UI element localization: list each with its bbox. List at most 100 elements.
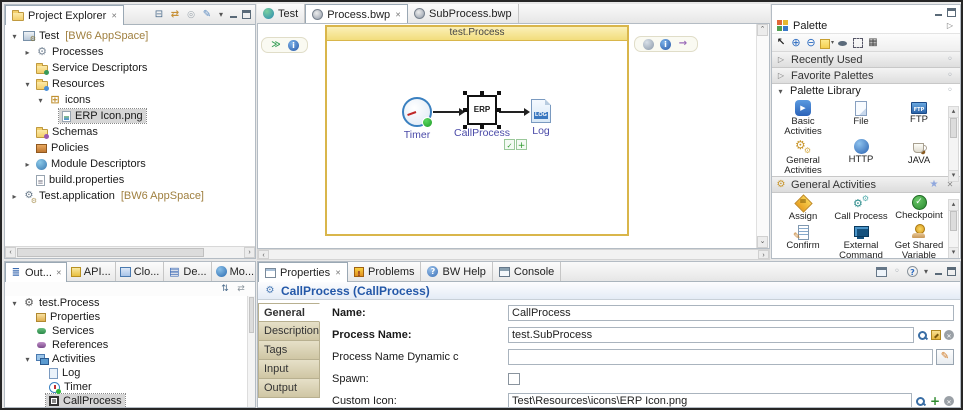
project-explorer-item-service-descriptors[interactable]: Service Descriptors: [5, 60, 255, 76]
scrollbar-track[interactable]: [269, 250, 758, 259]
spawn-checkbox[interactable]: [508, 373, 520, 385]
view-menu-icon[interactable]: [217, 9, 225, 21]
view-menu-icon[interactable]: [922, 266, 930, 278]
outline-tab-mo[interactable]: Mo...: [212, 262, 256, 281]
palette-section-recently-used[interactable]: Recently Used: [772, 52, 960, 68]
editor-tab-test[interactable]: Test: [257, 4, 305, 23]
general-activities-get-shared-variable[interactable]: Get Shared Variable: [890, 224, 948, 259]
canvas-vertical-scrollbar[interactable]: ⌃ ⌄: [756, 24, 769, 248]
outline-tab-clo[interactable]: Clo...: [116, 262, 165, 281]
project-explorer-item-schemas[interactable]: Schemas: [5, 124, 255, 140]
name-input[interactable]: [508, 305, 954, 321]
marquee-icon[interactable]: [852, 37, 864, 49]
project-explorer-item-icons[interactable]: ▾icons: [5, 92, 255, 108]
help-icon[interactable]: [907, 266, 918, 277]
outline-vertical-scrollbar[interactable]: [247, 296, 255, 407]
collapse-arrow-icon[interactable]: ▾: [22, 355, 33, 364]
project-explorer-item-test[interactable]: ▾Test[BW6 AppSpace]: [5, 28, 255, 44]
scrollbar-track[interactable]: [16, 247, 244, 258]
maximize-icon[interactable]: [947, 267, 956, 276]
scroll-up-icon[interactable]: ▴: [949, 200, 958, 211]
outline-item-timer[interactable]: Timer: [5, 380, 255, 394]
properties-tab-console[interactable]: Console: [493, 262, 561, 281]
project-explorer-item-resources[interactable]: ▾Resources: [5, 76, 255, 92]
new-view-icon[interactable]: [876, 267, 887, 277]
expand-arrow-icon[interactable]: ▸: [22, 160, 33, 169]
outline-item-references[interactable]: References: [5, 338, 255, 352]
general-activities-call-process[interactable]: Call Process: [832, 195, 890, 222]
project-explorer-tab[interactable]: Project Explorer ✕: [5, 5, 124, 25]
scroll-down-icon[interactable]: ▾: [949, 247, 958, 258]
properties-subtab-general[interactable]: General: [258, 303, 320, 322]
collapse-arrow-icon[interactable]: ▾: [9, 32, 20, 41]
general-activities-assign[interactable]: Assign: [774, 195, 832, 222]
info-icon[interactable]: [660, 39, 671, 50]
outline-item-callprocess[interactable]: CallProcess: [5, 394, 255, 408]
outline-item-activities[interactable]: ▾Activities: [5, 352, 255, 366]
properties-tab-bw-help[interactable]: BW Help: [421, 262, 492, 281]
edit-badge-icon[interactable]: [504, 139, 515, 150]
web-icon[interactable]: [643, 39, 654, 50]
process-name-dynamic-c-input[interactable]: [508, 349, 933, 365]
close-icon[interactable]: ✕: [335, 269, 341, 277]
outline-tab-de[interactable]: De...: [164, 262, 211, 281]
palette-library-header[interactable]: ▾ Palette Library: [772, 84, 960, 98]
maximize-icon[interactable]: [242, 10, 251, 19]
start-icon[interactable]: [270, 39, 282, 51]
scrollbar-thumb[interactable]: [17, 248, 204, 257]
scroll-left-icon[interactable]: ‹: [258, 250, 269, 259]
grid-icon[interactable]: [867, 37, 879, 49]
minimize-icon[interactable]: [229, 10, 238, 19]
process-name-input[interactable]: [508, 327, 914, 343]
collapse-arrow-icon[interactable]: ▾: [22, 80, 33, 89]
canvas-horizontal-scrollbar[interactable]: ‹ ›: [257, 249, 770, 260]
search-icon[interactable]: [917, 330, 928, 341]
formula-button-icon[interactable]: [936, 349, 954, 365]
palette-library-java[interactable]: JAVA: [890, 139, 948, 176]
properties-subtab-input[interactable]: Input: [258, 360, 320, 379]
scroll-right-icon[interactable]: ›: [244, 247, 255, 258]
link-arrow-icon[interactable]: [677, 38, 689, 50]
clear-icon[interactable]: [944, 396, 954, 406]
pin-icon[interactable]: [891, 266, 903, 278]
project-explorer-item-policies[interactable]: Policies: [5, 140, 255, 156]
general-activities-scrollbar[interactable]: ▴ ▾: [948, 199, 959, 259]
project-explorer-item-processes[interactable]: ▸Processes: [5, 44, 255, 60]
expand-arrow-icon[interactable]: ▸: [22, 48, 33, 57]
general-activities-checkpoint[interactable]: Checkpoint: [890, 195, 948, 222]
canvas-node-timer[interactable]: Timer: [382, 97, 452, 141]
palette-library-general-activities[interactable]: General Activities: [774, 139, 832, 176]
properties-tab-problems[interactable]: Problems: [348, 262, 421, 281]
project-explorer-horizontal-scrollbar[interactable]: ‹ ›: [5, 246, 255, 258]
add-badge-icon[interactable]: [516, 139, 527, 150]
expand-arrow-icon[interactable]: [775, 54, 787, 66]
outline-tab-out[interactable]: Out...✕: [5, 262, 67, 282]
outline-item-log[interactable]: Log: [5, 366, 255, 380]
outline-item-properties[interactable]: Properties: [5, 310, 255, 324]
palette-library-http[interactable]: HTTP: [832, 139, 890, 176]
zoom-out-icon[interactable]: [805, 37, 817, 49]
close-icon[interactable]: [944, 179, 956, 191]
sort-icon[interactable]: [219, 283, 231, 295]
palette-section-favorite-palettes[interactable]: Favorite Palettes: [772, 68, 960, 84]
note-icon[interactable]: [820, 37, 834, 49]
palette-library-scrollbar[interactable]: ▴ ▾: [948, 106, 959, 182]
search-icon[interactable]: [915, 396, 926, 407]
project-explorer-item-erp-icon-png[interactable]: ERP Icon.png: [5, 108, 255, 124]
pin-icon[interactable]: [944, 70, 956, 82]
minimize-icon[interactable]: [934, 8, 943, 17]
general-activities-header[interactable]: General Activities: [772, 176, 960, 193]
canvas-node-log[interactable]: Log: [506, 99, 576, 137]
browse-icon[interactable]: [931, 330, 941, 340]
connection-icon[interactable]: [837, 37, 849, 49]
collapse-all-icon[interactable]: [153, 9, 165, 21]
general-activities-confirm[interactable]: Confirm: [774, 224, 832, 259]
pin-icon[interactable]: [944, 54, 956, 66]
process-canvas[interactable]: test.Process TimerERPCallProcessLog ⌃ ⌄: [257, 23, 770, 249]
favorite-star-icon[interactable]: [928, 179, 940, 191]
collapse-arrow-icon[interactable]: ▾: [9, 299, 20, 308]
select-cursor-icon[interactable]: [775, 37, 787, 49]
palette-library-file[interactable]: File: [832, 100, 890, 137]
add-icon[interactable]: [929, 395, 941, 407]
expand-arrow-icon[interactable]: ▸: [9, 192, 20, 201]
